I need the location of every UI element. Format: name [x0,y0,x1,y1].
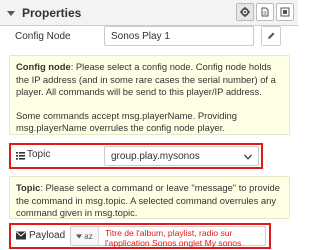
panel-title: Properties [22,6,82,20]
config-tip-text-2: Some commands accept msg.playerName. Pro… [16,109,237,134]
config-tip-bold: Config node [16,61,71,72]
settings-icon [240,7,250,17]
topic-tip-paragraph: Topic: Please select a command or leave … [16,182,283,220]
payload-type-selector[interactable]: az [71,227,99,245]
caret-down-icon [76,234,83,238]
appearance-icon [280,7,290,17]
topic-tip: Topic: Please select a command or leave … [9,176,290,219]
string-type-icon: az [84,231,93,241]
appearance-tab-button[interactable] [276,3,294,21]
topic-tip-text: : Please select a command or leave "mess… [16,182,280,218]
chevron-down-icon [244,154,252,160]
topic-tip-bold: Topic [16,182,41,193]
config-node-value: Sonos Play 1 [111,31,170,42]
payload-annotation: Titre de l'album, playlist, radio sur l'… [105,228,242,248]
payload-typed-input[interactable]: az Titre de l'album, playlist, radio sur… [70,226,266,248]
config-node-label: Config Node [15,31,71,42]
pencil-icon [268,32,275,39]
caret-down-icon[interactable] [6,8,16,18]
config-node-select[interactable]: Sonos Play 1 [104,26,254,46]
topic-select[interactable]: group.play.mysonos [104,146,259,166]
edit-config-button[interactable] [261,26,281,46]
list-icon [16,152,25,160]
description-tab-button[interactable] [256,3,274,21]
payload-label: Payload [29,230,66,241]
topic-label: Topic [27,149,51,160]
settings-tab-button[interactable] [236,3,254,21]
properties-header: Properties [0,0,298,26]
config-node-tip: Config node: Please select a config node… [9,55,290,135]
description-icon [261,7,269,17]
topic-value: group.play.mysonos [111,151,200,162]
envelope-icon [16,231,26,240]
config-tip-paragraph: Config node: Please select a config node… [16,61,283,99]
